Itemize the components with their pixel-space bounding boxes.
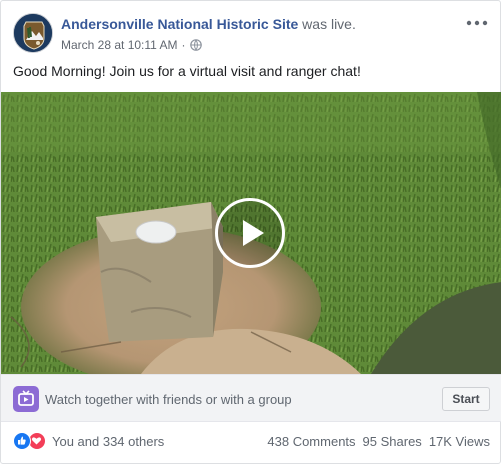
nps-logo-icon: [14, 14, 52, 52]
post-timestamp[interactable]: March 28 at 10:11 AM: [61, 38, 178, 52]
watch-party-icon: [13, 386, 39, 412]
watch-party-text: Watch together with friends or with a gr…: [45, 392, 292, 407]
more-dots-icon: [466, 20, 488, 26]
play-button[interactable]: [215, 198, 285, 268]
post-stats: 438 Comments 95 Shares 17K Views: [267, 434, 490, 449]
like-reaction-icon: [13, 432, 31, 450]
start-watch-party-button[interactable]: Start: [442, 387, 490, 411]
shares-count-link[interactable]: 95 Shares: [363, 434, 422, 449]
page-avatar[interactable]: [13, 13, 53, 53]
post-caption: Good Morning! Join us for a virtual visi…: [13, 63, 361, 79]
page-name-link[interactable]: Andersonville National Historic Site: [61, 16, 298, 32]
more-options-button[interactable]: [466, 13, 488, 27]
watch-party-bar: Watch together with friends or with a gr…: [1, 374, 501, 422]
play-icon: [243, 220, 264, 246]
post-meta: March 28 at 10:11 AM ·: [61, 38, 202, 52]
post-title-line: Andersonville National Historic Site was…: [61, 16, 356, 32]
comments-count-link[interactable]: 438 Comments: [267, 434, 355, 449]
reactions-summary[interactable]: You and 334 others: [13, 432, 164, 450]
engagement-bar: You and 334 others 438 Comments 95 Share…: [1, 422, 501, 460]
globe-icon: [189, 39, 202, 51]
video-player[interactable]: [1, 92, 501, 374]
live-status: was live.: [302, 16, 356, 32]
feed-post: Andersonville National Historic Site was…: [0, 0, 501, 464]
meta-separator: ·: [181, 38, 186, 52]
reaction-count-text: You and 334 others: [52, 433, 165, 449]
post-header: Andersonville National Historic Site was…: [13, 13, 488, 55]
views-count: 17K Views: [428, 434, 490, 449]
